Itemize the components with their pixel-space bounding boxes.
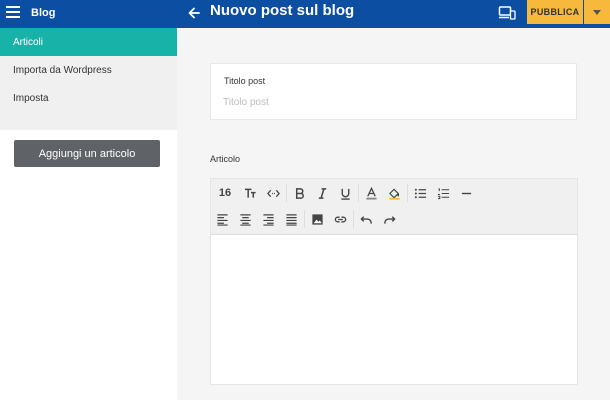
sidebar-item-importa-wordpress[interactable]: Importa da Wordpress xyxy=(0,56,177,84)
editor-content-area[interactable] xyxy=(211,235,577,384)
back-arrow-icon[interactable] xyxy=(186,5,202,21)
link-icon[interactable] xyxy=(329,208,352,230)
sidebar-item-label: Imposta xyxy=(13,92,49,104)
toolbar-divider xyxy=(407,184,408,202)
app-title: Blog xyxy=(31,7,56,19)
horizontal-rule-icon[interactable] xyxy=(455,182,478,204)
font-size-selector[interactable]: 16 xyxy=(211,182,239,204)
align-justify-icon[interactable] xyxy=(280,208,303,230)
redo-icon[interactable] xyxy=(378,208,401,230)
italic-icon[interactable] xyxy=(311,182,334,204)
toolbar-row-2 xyxy=(211,206,401,232)
post-title-card: Titolo post xyxy=(210,63,577,120)
align-left-icon[interactable] xyxy=(211,208,234,230)
toolbar-divider xyxy=(353,210,354,228)
toolbar-row-1: 16 xyxy=(211,180,478,206)
editor-toolbar: 16 xyxy=(211,179,577,235)
article-label: Articolo xyxy=(210,154,241,164)
align-center-icon[interactable] xyxy=(234,208,257,230)
main-content: Titolo post Articolo 16 xyxy=(177,28,610,400)
rich-text-editor: 16 xyxy=(210,178,578,385)
page-title: Nuovo post sul blog xyxy=(210,2,355,19)
sidebar-item-label: Articoli xyxy=(13,36,44,48)
preview-devices-icon[interactable] xyxy=(498,5,516,21)
toolbar-divider xyxy=(304,210,305,228)
code-icon[interactable] xyxy=(262,182,285,204)
bold-icon[interactable] xyxy=(288,182,311,204)
sidebar-menu: Articoli Importa da Wordpress Imposta xyxy=(0,28,177,130)
publish-dropdown-chevron-icon[interactable] xyxy=(584,0,610,24)
numbered-list-icon[interactable] xyxy=(432,182,455,204)
underline-icon[interactable] xyxy=(334,182,357,204)
toolbar-divider xyxy=(358,184,359,202)
bullet-list-icon[interactable] xyxy=(409,182,432,204)
align-right-icon[interactable] xyxy=(257,208,280,230)
add-article-button[interactable]: Aggiungi un articolo xyxy=(14,140,160,167)
post-title-input[interactable] xyxy=(223,94,563,110)
sidebar: Articoli Importa da Wordpress Imposta Ag… xyxy=(0,28,177,400)
sidebar-item-imposta[interactable]: Imposta xyxy=(0,84,177,112)
post-title-label: Titolo post xyxy=(224,76,266,86)
font-size-value: 16 xyxy=(218,187,232,199)
image-icon[interactable] xyxy=(306,208,329,230)
text-color-icon[interactable] xyxy=(360,182,383,204)
fill-color-icon[interactable] xyxy=(383,182,406,204)
undo-icon[interactable] xyxy=(355,208,378,230)
sidebar-item-articoli[interactable]: Articoli xyxy=(0,28,177,56)
sidebar-item-label: Importa da Wordpress xyxy=(13,64,112,76)
publish-button[interactable]: PUBBLICA xyxy=(527,0,583,24)
hamburger-menu-icon[interactable] xyxy=(6,6,20,20)
top-app-bar: Blog Nuovo post sul blog PUBBLICA xyxy=(0,0,610,28)
toolbar-divider xyxy=(286,184,287,202)
text-size-icon[interactable] xyxy=(239,182,262,204)
